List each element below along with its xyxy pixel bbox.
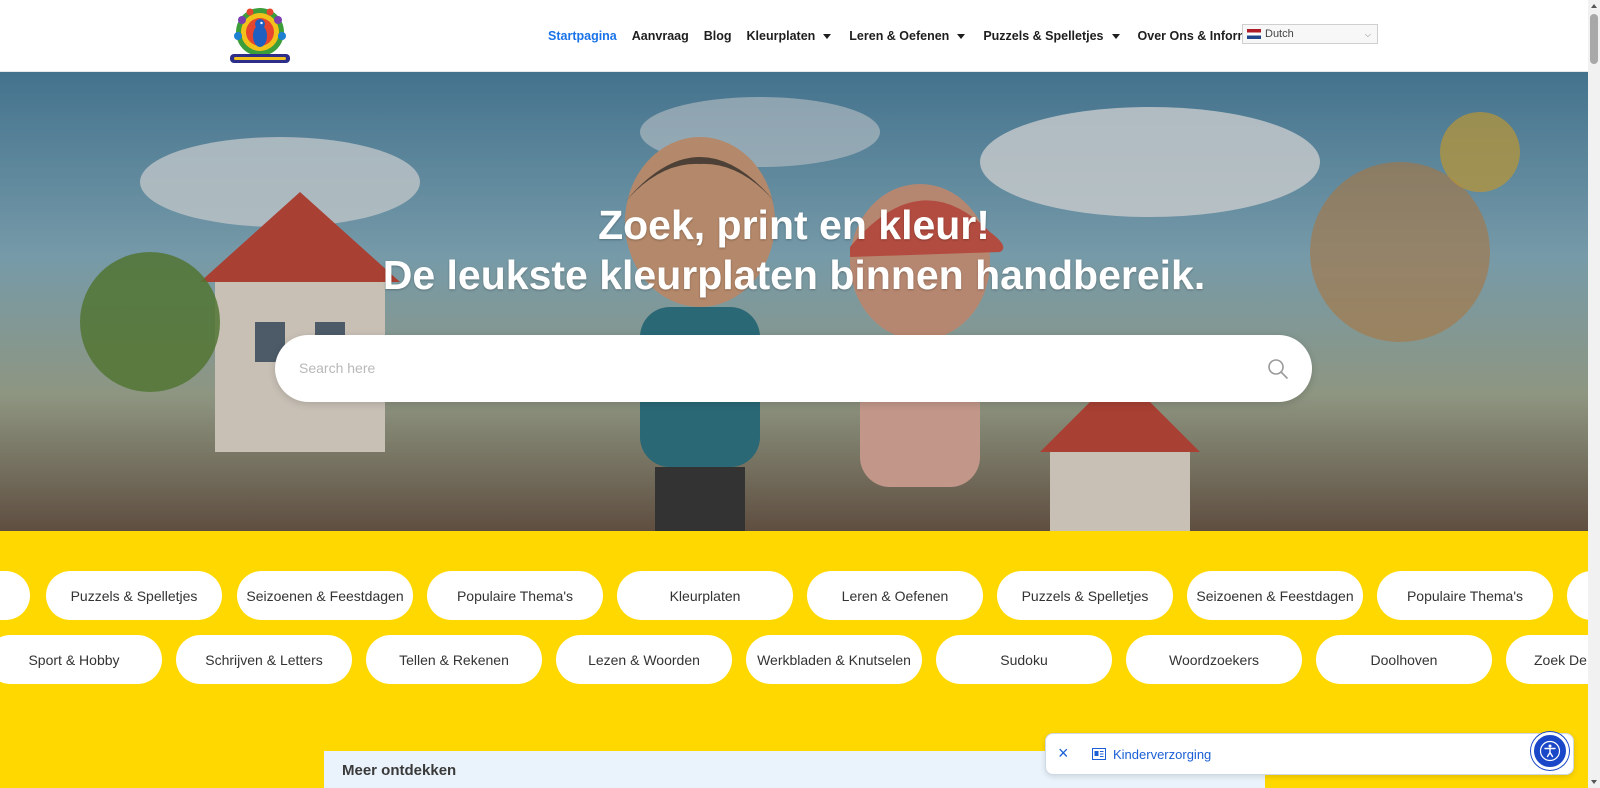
category-pill[interactable]: Seizoenen & Feestdagen xyxy=(237,571,413,620)
category-pill[interactable]: Woordzoekers xyxy=(1126,635,1302,684)
hero-banner: Zoek, print en kleur! De leukste kleurpl… xyxy=(0,72,1588,531)
nav-label: Blog xyxy=(703,29,732,43)
site-header: Startpagina Aanvraag Blog Kleurplaten Le… xyxy=(0,0,1588,72)
accessibility-icon xyxy=(1539,740,1561,762)
accessibility-button[interactable] xyxy=(1531,732,1569,770)
hero-subtitle: De leukste kleurplaten binnen handbereik… xyxy=(382,252,1206,298)
main-nav: Startpagina Aanvraag Blog Kleurplaten Le… xyxy=(548,27,1304,45)
category-pill[interactable]: Tellen & Rekenen xyxy=(366,635,542,684)
caret-down-icon xyxy=(823,33,832,39)
category-pill[interactable]: Puzzels & Spelletjes xyxy=(997,571,1173,620)
nav-label: Kleurplaten xyxy=(746,29,816,43)
hero-overlay xyxy=(0,72,1588,531)
search-bar xyxy=(275,335,1312,402)
category-pill[interactable]: Doolhoven xyxy=(1316,635,1492,684)
meer-ontdekken-title: Meer ontdekken xyxy=(342,762,457,779)
search-icon[interactable] xyxy=(1266,357,1290,381)
category-pill[interactable]: Leren & Oefenen xyxy=(807,571,983,620)
nav-aanvraag[interactable]: Aanvraag xyxy=(632,29,689,43)
nav-label: Puzzels & Spelletjes xyxy=(983,29,1104,43)
scroll-thumb[interactable] xyxy=(1590,14,1598,64)
category-pill[interactable] xyxy=(0,571,30,620)
nav-kleurplaten[interactable]: Kleurplaten xyxy=(747,29,835,43)
search-input[interactable] xyxy=(299,355,1219,381)
nav-blog[interactable]: Blog xyxy=(704,29,732,43)
peacock-logo[interactable] xyxy=(222,6,298,66)
scroll-up-icon[interactable] xyxy=(1591,4,1597,8)
category-pill[interactable]: Puzzels & Spelletjes xyxy=(46,571,222,620)
category-pill[interactable]: Werkbladen & Knutselen xyxy=(746,635,922,684)
nav-leren-oefenen[interactable]: Leren & Oefenen xyxy=(849,29,968,43)
category-pill[interactable]: Populaire Thema's xyxy=(427,571,603,620)
category-pill[interactable]: Zoek De xyxy=(1506,635,1588,684)
category-pill[interactable]: Kleurplaten xyxy=(617,571,793,620)
nav-puzzels-spelletjes[interactable]: Puzzels & Spelletjes xyxy=(983,29,1122,43)
category-pill[interactable]: Sudoku xyxy=(936,635,1112,684)
scroll-down-icon[interactable] xyxy=(1591,780,1597,784)
category-pill[interactable]: Populaire Thema's xyxy=(1377,571,1553,620)
recommendation-bar: × Kinderverzorging xyxy=(1045,733,1574,775)
nav-label: Leren & Oefenen xyxy=(849,29,950,43)
page-scrollbar[interactable] xyxy=(1588,0,1600,788)
chevron-down-icon: ⌵ xyxy=(1364,30,1371,39)
category-pill[interactable]: Sport & Hobby xyxy=(0,635,162,684)
caret-down-icon xyxy=(1111,33,1120,39)
hero-title: Zoek, print en kleur! xyxy=(598,202,990,248)
category-pill[interactable]: Seizoenen & Feestdagen xyxy=(1187,571,1363,620)
recommendation-link[interactable]: Kinderverzorging xyxy=(1113,747,1211,762)
nav-label: Startpagina xyxy=(548,29,617,43)
category-pill[interactable]: Lezen & Woorden xyxy=(556,635,732,684)
close-icon[interactable]: × xyxy=(1058,744,1076,762)
nav-label: Aanvraag xyxy=(631,29,689,43)
category-pill[interactable] xyxy=(1567,571,1588,620)
language-select[interactable]: Dutch ⌵ xyxy=(1242,24,1378,44)
nav-startpagina[interactable]: Startpagina xyxy=(548,29,617,43)
category-pill[interactable]: Schrijven & Letters xyxy=(176,635,352,684)
caret-down-icon xyxy=(957,33,966,39)
netherlands-flag-icon xyxy=(1247,29,1261,39)
language-label: Dutch xyxy=(1265,28,1294,40)
article-icon xyxy=(1092,748,1106,760)
